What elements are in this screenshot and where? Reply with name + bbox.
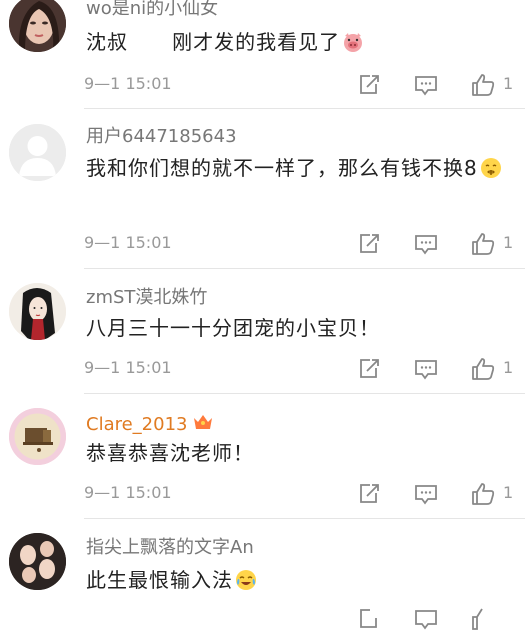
comment-text-content: 此生最恨输入法 (86, 568, 233, 592)
share-icon[interactable] (356, 72, 382, 98)
like-count: 1 (503, 358, 514, 377)
comment-text-content: 沈叔 刚才发的我看见了 (86, 30, 341, 54)
comment-icon[interactable] (413, 231, 439, 257)
share-icon[interactable] (356, 606, 382, 632)
divider (84, 393, 525, 394)
comment-text-content: 八月三十一十分团宠的小宝贝！ (86, 316, 380, 340)
shush-face-emoji (480, 155, 502, 189)
divider (84, 518, 525, 519)
share-icon[interactable] (356, 231, 382, 257)
like-count: 1 (503, 483, 514, 502)
comment-time: 9—1 15:01 (84, 233, 172, 252)
comment-username[interactable]: wo是ni的小仙女 (86, 0, 218, 20)
comment-text: 八月三十一十分团宠的小宝贝！ (86, 311, 506, 345)
like-icon[interactable] (470, 606, 496, 632)
share-icon[interactable] (356, 356, 382, 382)
divider (84, 108, 525, 109)
comment-text-content: 恭喜恭喜沈老师！ (86, 441, 254, 465)
avatar[interactable] (9, 0, 66, 52)
comment-icon[interactable] (413, 481, 439, 507)
comment-time: 9—1 15:01 (84, 358, 172, 377)
avatar[interactable] (9, 408, 66, 465)
like-count: 1 (503, 233, 514, 252)
comment-text: 此生最恨输入法 (86, 563, 506, 601)
avatar[interactable] (9, 533, 66, 590)
comment-time: 9—1 15:01 (84, 74, 172, 93)
like-icon[interactable] (470, 481, 496, 507)
crown-icon (192, 412, 214, 438)
username-text: Clare_2013 (86, 414, 188, 435)
comment-text-content: 我和你们想的就不一样了，那么有钱不换8 (86, 156, 478, 180)
comment-icon[interactable] (413, 356, 439, 382)
comment-username[interactable]: 用户6447185643 (86, 126, 237, 148)
divider (84, 268, 525, 269)
like-count: 1 (503, 74, 514, 93)
pig-face-emoji (342, 29, 364, 63)
like-icon[interactable] (470, 231, 496, 257)
laugh-cry-emoji (235, 567, 257, 601)
comment-username[interactable]: Clare_2013 (86, 412, 214, 438)
comment-text: 我和你们想的就不一样了，那么有钱不换8 (86, 151, 506, 189)
like-icon[interactable] (470, 72, 496, 98)
comment-text: 恭喜恭喜沈老师！ (86, 436, 506, 470)
avatar[interactable] (9, 283, 66, 340)
comment-username[interactable]: zmST漠北姝竹 (86, 287, 207, 309)
comment-text: 沈叔 刚才发的我看见了 (86, 25, 506, 63)
comment-username[interactable]: 指尖上飘落的文字An (86, 537, 254, 559)
comment-time: 9—1 15:01 (84, 483, 172, 502)
share-icon[interactable] (356, 481, 382, 507)
avatar[interactable] (9, 124, 66, 181)
comment-icon[interactable] (413, 606, 439, 632)
like-icon[interactable] (470, 356, 496, 382)
comment-icon[interactable] (413, 72, 439, 98)
